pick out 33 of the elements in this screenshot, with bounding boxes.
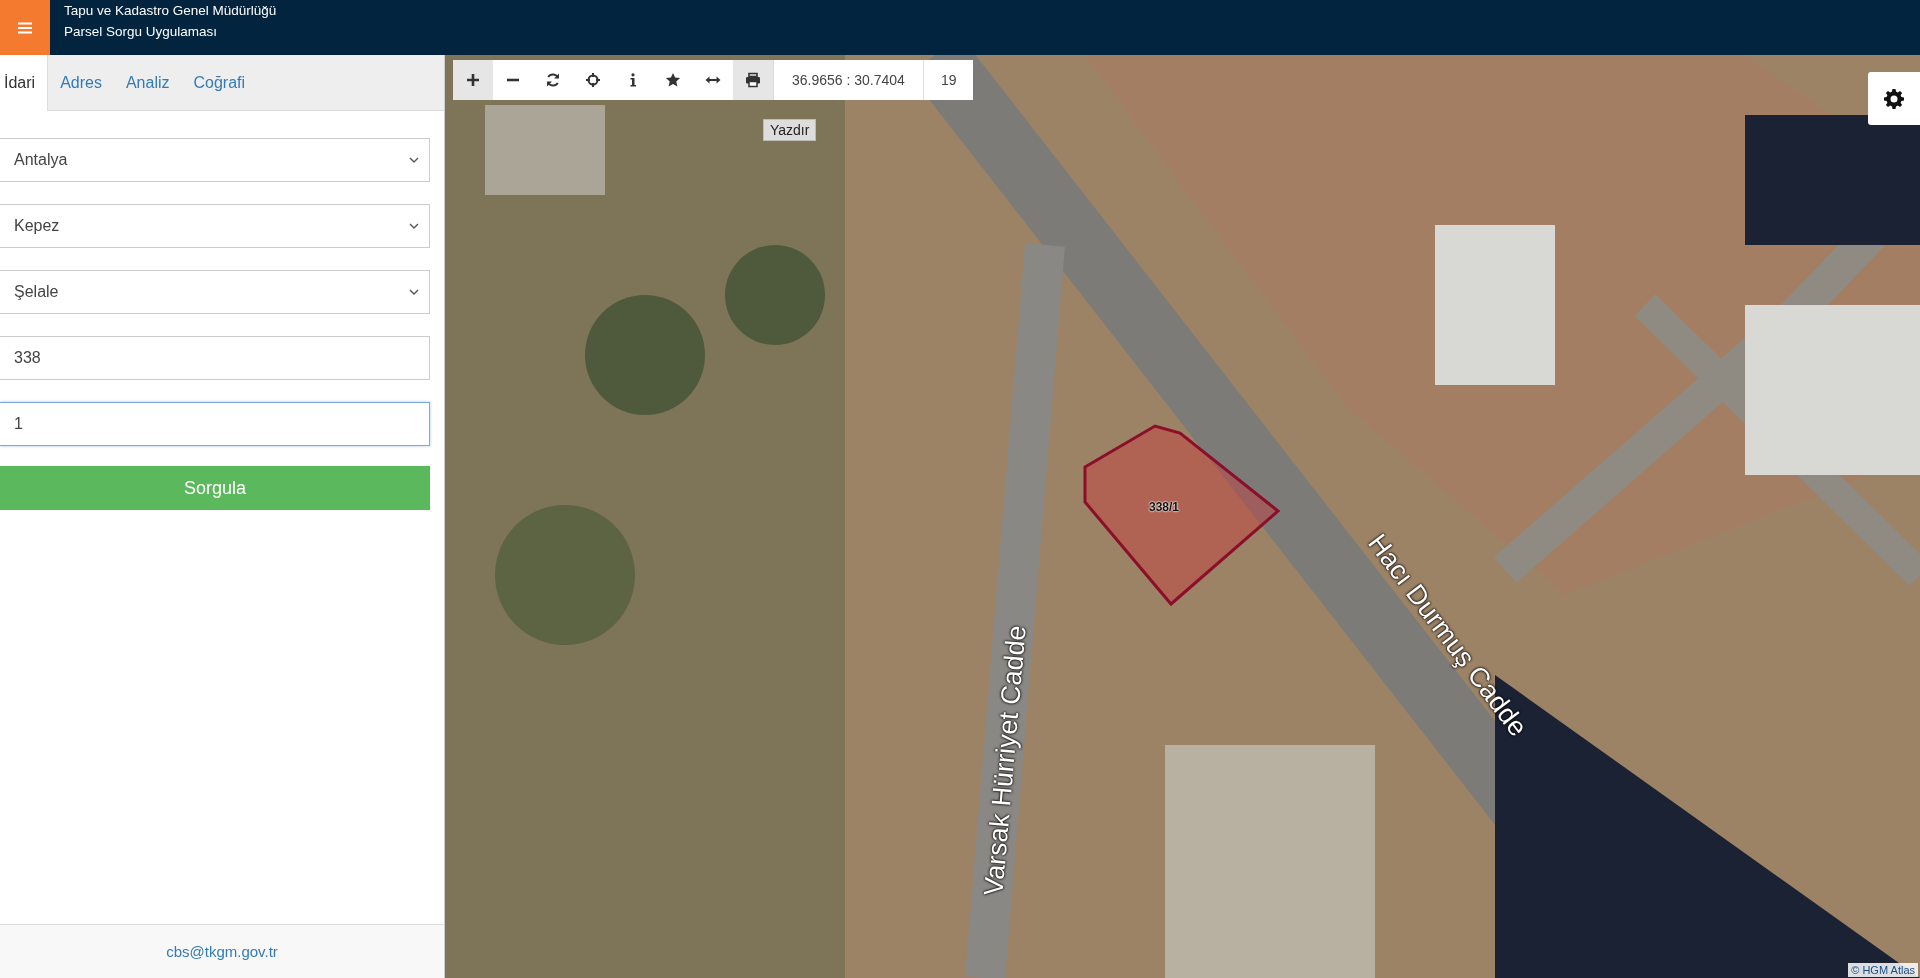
parcel-label: 338/1: [1149, 500, 1180, 514]
input-field[interactable]: 338: [0, 336, 430, 380]
tab[interactable]: Adres: [48, 56, 114, 110]
email-link[interactable]: cbs@tkgm.gov.tr: [166, 943, 278, 960]
dropdown-field[interactable]: Şelale: [0, 270, 430, 314]
map-tool-button[interactable]: [733, 60, 773, 100]
app-subtitle: Parsel Sorgu Uygulaması: [64, 23, 219, 41]
star-icon: [665, 72, 681, 88]
app-title: Tapu ve Kadastro Genel Müdürlüğü: [64, 2, 277, 20]
coordinates-readout: 36.9656 : 30.7404: [773, 60, 923, 100]
tab[interactable]: Coğrafi: [181, 56, 258, 110]
chevron-down-icon: [409, 157, 419, 163]
printer-icon: [745, 72, 761, 88]
dropdown-field[interactable]: Antalya: [0, 138, 430, 182]
plus-icon: [465, 72, 481, 88]
map-attribution: © HGM Atlas: [1848, 963, 1918, 977]
refresh-icon: [545, 72, 561, 88]
tab[interactable]: İdari: [0, 55, 49, 111]
menu-button[interactable]: [0, 0, 50, 55]
parcel-polygon[interactable]: [1083, 424, 1281, 607]
tab[interactable]: Analiz: [113, 56, 182, 110]
street-label: Varsak Hürriyet Cadde: [978, 624, 1033, 897]
settings-button[interactable]: [1868, 72, 1920, 125]
map-tool-button[interactable]: [453, 60, 493, 100]
tooltip: Yazdır: [763, 119, 817, 141]
input-field[interactable]: 1: [0, 402, 430, 446]
chevron-down-icon: [409, 289, 419, 295]
zoom-level: 19: [922, 60, 974, 100]
settings-icon: [1884, 88, 1904, 109]
dropdown-field[interactable]: Kepez: [0, 204, 430, 248]
crosshair-icon: [585, 72, 601, 88]
chevron-down-icon: [409, 223, 419, 229]
menu-icon: [18, 21, 32, 34]
